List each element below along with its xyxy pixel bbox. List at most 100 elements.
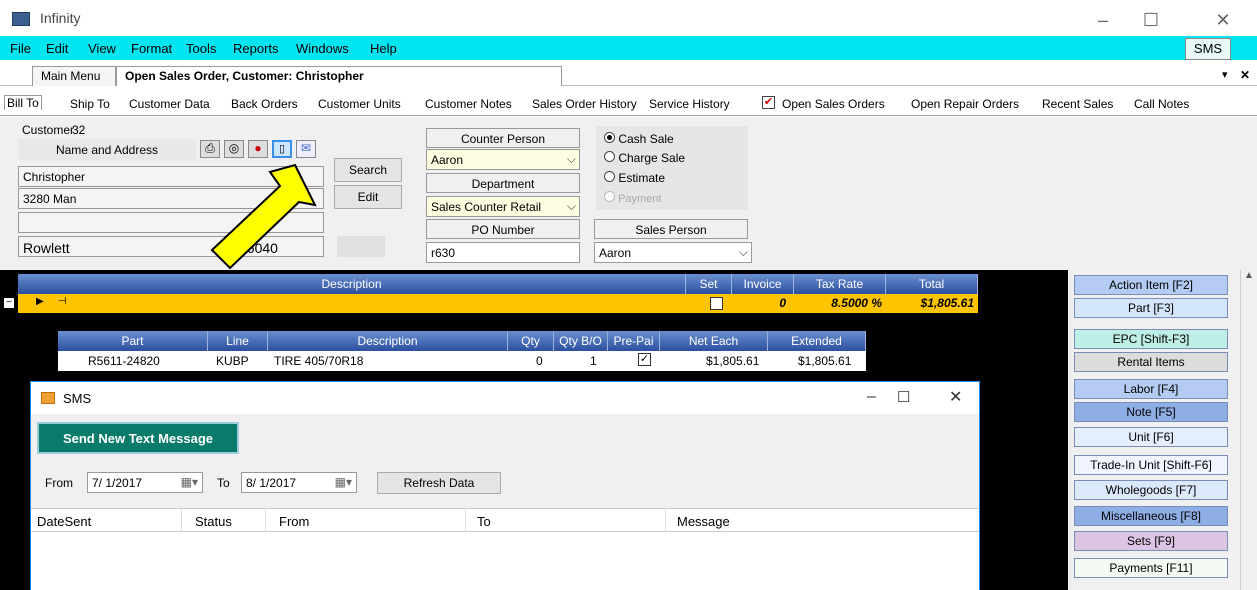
part-label: Part [F3]: [1127, 301, 1174, 315]
tab-bill-to[interactable]: Bill To: [4, 95, 42, 110]
tab-sales-order-history[interactable]: Sales Order History: [532, 97, 637, 111]
epc-button[interactable]: EPC [Shift-F3]: [1074, 329, 1228, 349]
to-date-value: 8/ 1/2017: [246, 476, 297, 490]
phone-icon[interactable]: ●: [248, 140, 268, 158]
action-panel-scrollbar[interactable]: ▲: [1240, 270, 1257, 590]
print-icon[interactable]: ⎙: [200, 140, 220, 158]
radio-payment[interactable]: Payment: [604, 191, 661, 205]
open-sales-orders-checkbox-icon[interactable]: ✔: [762, 96, 775, 109]
action-item-button[interactable]: Action Item [F2]: [1074, 275, 1228, 295]
calendar-icon: ▦▾: [180, 475, 198, 489]
maximize-button[interactable]: ☐: [1128, 6, 1174, 34]
globe-icon[interactable]: ◎: [224, 140, 244, 158]
col-message[interactable]: Message: [677, 514, 730, 529]
menu-reports[interactable]: Reports: [233, 41, 279, 56]
labor-button[interactable]: Labor [F4]: [1074, 379, 1228, 399]
collapse-icon[interactable]: −: [4, 298, 14, 308]
item-qty-bo: 1: [590, 354, 597, 368]
radio-estimate[interactable]: Estimate: [604, 171, 665, 185]
menu-edit[interactable]: Edit: [46, 41, 68, 56]
item-header-net-each[interactable]: Net Each: [660, 331, 768, 351]
sets-button[interactable]: Sets [F9]: [1074, 531, 1228, 551]
col-date-sent[interactable]: DateSent: [37, 514, 91, 529]
close-button[interactable]: ✕: [1200, 6, 1246, 34]
tab-ship-to[interactable]: Ship To: [70, 97, 110, 111]
tab-customer-notes[interactable]: Customer Notes: [425, 97, 512, 111]
tab-customer-data[interactable]: Customer Data: [129, 97, 210, 111]
radio-cash-sale[interactable]: Cash Sale: [604, 132, 674, 146]
sms-message-list[interactable]: [31, 532, 979, 590]
order-row[interactable]: ▶ ⊣ 0 8.5000 % $1,805.61: [18, 294, 978, 313]
from-date-value: 7/ 1/2017: [92, 476, 143, 490]
radio-estimate-icon: [604, 171, 615, 182]
part-button[interactable]: Part [F3]: [1074, 298, 1228, 318]
po-number-label: PO Number: [426, 219, 580, 239]
tab-main-menu[interactable]: Main Menu: [32, 66, 116, 86]
pre-paid-checkbox[interactable]: ✓: [638, 353, 651, 366]
mobile-phone-icon[interactable]: ▯: [272, 140, 292, 158]
item-header-description[interactable]: Description: [268, 331, 508, 351]
send-new-text-button[interactable]: Send New Text Message: [37, 422, 239, 454]
to-date-picker[interactable]: 8/ 1/2017 ▦▾: [241, 472, 357, 493]
tab-open-sales-order[interactable]: Open Sales Order, Customer: Christopher: [116, 66, 562, 86]
order-header-description[interactable]: Description: [18, 274, 686, 294]
item-header-part[interactable]: Part: [58, 331, 208, 351]
order-header-invoice[interactable]: Invoice: [732, 274, 794, 294]
sales-person-select[interactable]: Aaron ⌵: [594, 242, 752, 263]
rental-items-button[interactable]: Rental Items: [1074, 352, 1228, 372]
item-row[interactable]: R5611-24820 KUBP TIRE 405/70R18 0 1 ✓ $1…: [58, 351, 866, 371]
menu-view[interactable]: View: [88, 41, 116, 56]
from-label: From: [45, 476, 73, 490]
tab-list-arrow-icon[interactable]: ▾: [1222, 68, 1228, 81]
from-date-picker[interactable]: 7/ 1/2017 ▦▾: [87, 472, 203, 493]
edit-button[interactable]: Edit: [334, 185, 402, 209]
note-button[interactable]: Note [F5]: [1074, 402, 1228, 422]
unit-button[interactable]: Unit [F6]: [1074, 427, 1228, 447]
item-header-pre-paid[interactable]: Pre-Pai: [608, 331, 660, 351]
item-header-line[interactable]: Line: [208, 331, 268, 351]
tab-customer-units[interactable]: Customer Units: [318, 97, 401, 111]
sms-button[interactable]: SMS: [1185, 38, 1231, 60]
sms-maximize-button[interactable]: ☐: [897, 388, 910, 406]
refresh-data-button[interactable]: Refresh Data: [377, 472, 501, 494]
menu-windows[interactable]: Windows: [296, 41, 349, 56]
wholegoods-button[interactable]: Wholegoods [F7]: [1074, 480, 1228, 500]
miscellaneous-button[interactable]: Miscellaneous [F8]: [1074, 506, 1228, 526]
department-select[interactable]: Sales Counter Retail ⌵: [426, 196, 580, 217]
scroll-up-icon[interactable]: ▲: [1241, 270, 1257, 281]
col-to[interactable]: To: [477, 514, 491, 529]
sms-close-button[interactable]: ✕: [949, 387, 962, 407]
rental-items-label: Rental Items: [1117, 355, 1185, 369]
menu-help[interactable]: Help: [370, 41, 397, 56]
item-header-qty-bo[interactable]: Qty B/O: [554, 331, 608, 351]
menu-file[interactable]: File: [10, 41, 31, 56]
payments-button[interactable]: Payments [F11]: [1074, 558, 1228, 578]
tab-service-history[interactable]: Service History: [649, 97, 730, 111]
search-button[interactable]: Search: [334, 158, 402, 182]
tab-back-orders[interactable]: Back Orders: [231, 97, 298, 111]
sms-minimize-button[interactable]: –: [867, 388, 876, 406]
counter-person-select[interactable]: Aaron ⌵: [426, 149, 580, 170]
tab-close-icon[interactable]: ✕: [1240, 68, 1250, 82]
counter-person-label: Counter Person: [426, 128, 580, 148]
email-icon[interactable]: ✉: [296, 140, 316, 158]
tab-recent-sales[interactable]: Recent Sales: [1042, 97, 1113, 111]
menu-format[interactable]: Format: [131, 41, 172, 56]
trade-in-unit-button[interactable]: Trade-In Unit [Shift-F6]: [1074, 455, 1228, 475]
set-checkbox[interactable]: [710, 297, 723, 310]
col-status[interactable]: Status: [195, 514, 232, 529]
minimize-button[interactable]: –: [1080, 6, 1126, 34]
customer-sub-tabs: Bill To Ship To Customer Data Back Order…: [0, 94, 1257, 116]
tab-call-notes[interactable]: Call Notes: [1134, 97, 1189, 111]
menu-tools[interactable]: Tools: [186, 41, 216, 56]
tab-open-sales-orders[interactable]: Open Sales Orders: [782, 97, 885, 111]
radio-charge-sale[interactable]: Charge Sale: [604, 151, 685, 165]
order-header-set[interactable]: Set: [686, 274, 732, 294]
po-number-input[interactable]: r630: [426, 242, 580, 263]
order-header-total[interactable]: Total: [886, 274, 978, 294]
order-header-tax-rate[interactable]: Tax Rate: [794, 274, 886, 294]
item-header-qty[interactable]: Qty: [508, 331, 554, 351]
tab-open-repair-orders[interactable]: Open Repair Orders: [911, 97, 1019, 111]
col-from[interactable]: From: [279, 514, 309, 529]
item-header-extended[interactable]: Extended: [768, 331, 866, 351]
